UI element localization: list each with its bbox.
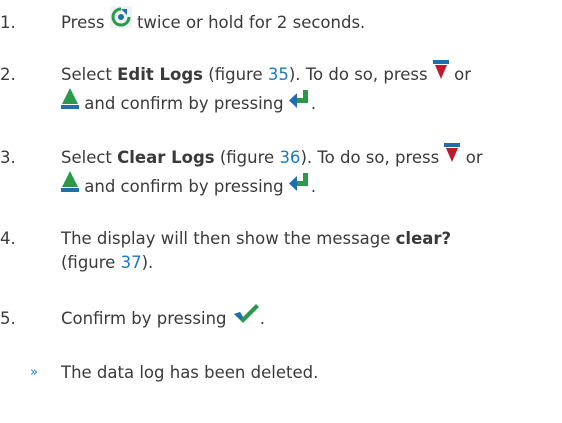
up-arrow-key-icon bbox=[61, 87, 79, 118]
step-text: Press twice or hold for 2 seconds. bbox=[61, 6, 556, 39]
figure-link[interactable]: 35 bbox=[268, 65, 289, 84]
up-arrow-key-icon bbox=[61, 170, 79, 201]
step-text-line-2: (figure 37). bbox=[61, 253, 154, 272]
step-number: 4. bbox=[0, 229, 16, 248]
step-text: Confirm by pressing . bbox=[61, 304, 556, 334]
menu-key-icon bbox=[109, 6, 132, 37]
step-number: 5. bbox=[0, 309, 16, 328]
step-number: 3. bbox=[0, 148, 16, 167]
checkmark-key-icon bbox=[232, 303, 260, 332]
step-text-line-2: and confirm by pressing . bbox=[61, 87, 556, 120]
figure-link[interactable]: 37 bbox=[121, 253, 142, 272]
step-text-line-2: and confirm by pressing . bbox=[61, 170, 556, 203]
result-text: The data log has been deleted. bbox=[61, 363, 319, 382]
step-number: 1. bbox=[0, 13, 16, 32]
down-arrow-key-icon bbox=[432, 58, 449, 89]
step-text: Select Edit Logs (figure 35). To do so, … bbox=[61, 60, 556, 91]
step-number: 2. bbox=[0, 65, 16, 84]
figure-link[interactable]: 36 bbox=[279, 148, 300, 167]
result-marker: » bbox=[30, 365, 38, 380]
down-arrow-key-icon bbox=[444, 141, 461, 172]
enter-key-icon bbox=[288, 88, 311, 117]
step-text: Select Clear Logs (figure 36). To do so,… bbox=[61, 143, 556, 174]
enter-key-icon bbox=[288, 171, 311, 200]
